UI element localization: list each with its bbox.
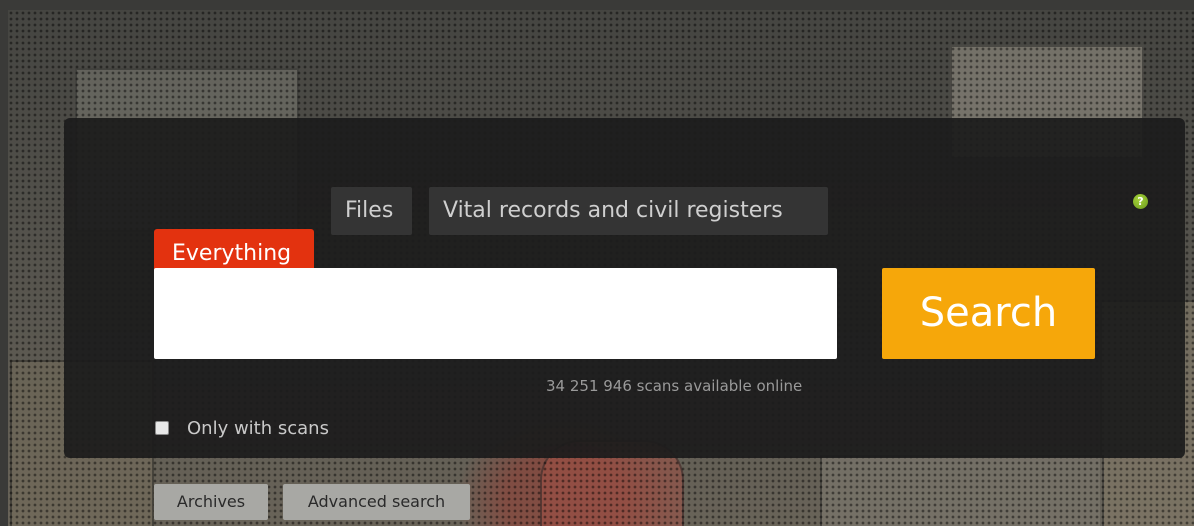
archive-search-page: Files Vital records and civil registers … (0, 0, 1194, 526)
tab-vital-records[interactable]: Vital records and civil registers (429, 187, 828, 235)
search-button[interactable]: Search (882, 268, 1095, 359)
only-with-scans-checkbox[interactable] (155, 421, 169, 435)
advanced-search-button[interactable]: Advanced search (283, 484, 470, 520)
tab-files[interactable]: Files (331, 187, 412, 235)
only-with-scans-toggle[interactable]: Only with scans (155, 417, 329, 439)
help-icon[interactable]: ? (1133, 194, 1148, 209)
scan-count-text: 34 251 946 scans available online (546, 377, 803, 395)
only-with-scans-label: Only with scans (187, 417, 329, 439)
search-input[interactable] (154, 268, 837, 359)
archives-button[interactable]: Archives (154, 484, 268, 520)
